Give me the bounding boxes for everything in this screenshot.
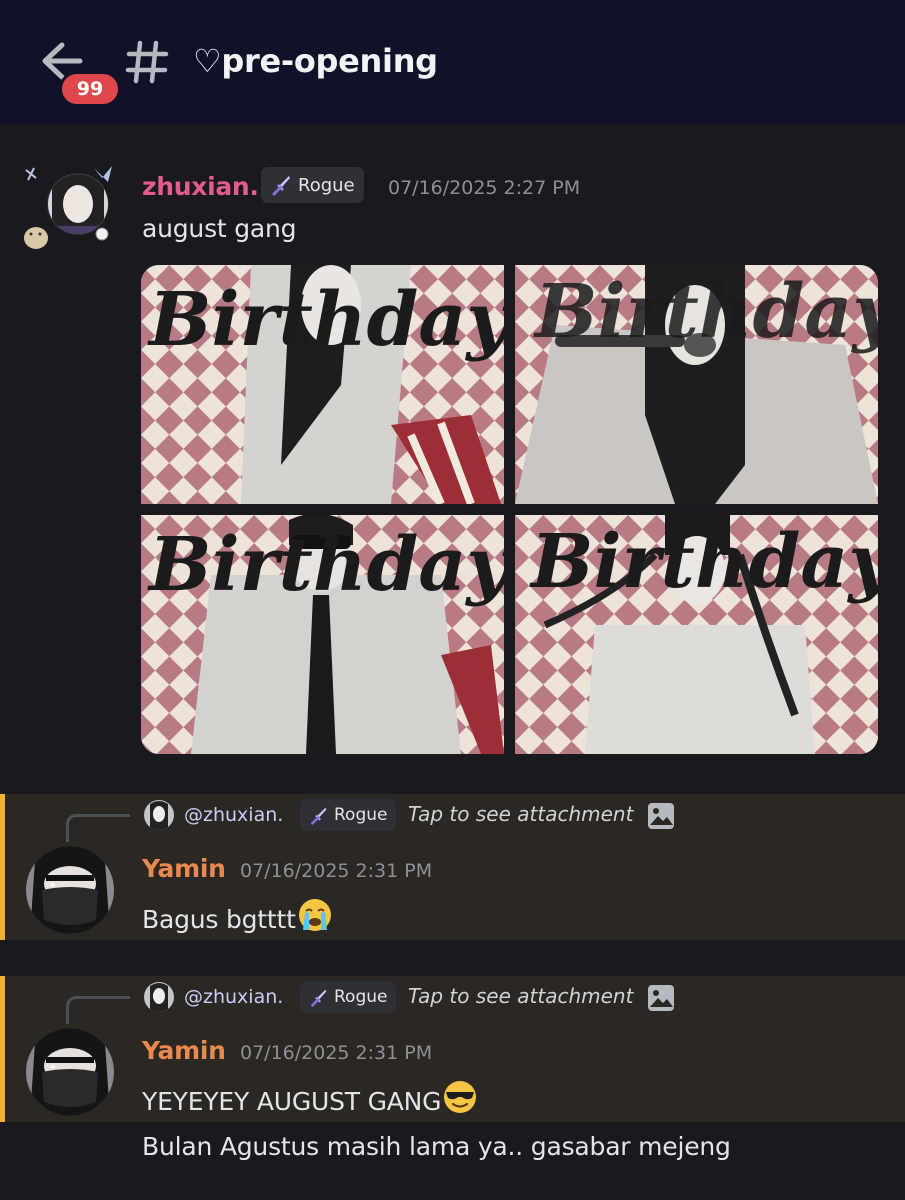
image-attachment-3[interactable]: Birthday [141,515,504,754]
reply-connector [66,996,130,1024]
avatar-image [144,982,174,1012]
timestamp: 07/16/2025 2:31 PM [240,860,433,882]
image-icon [648,803,674,829]
sword-icon [311,989,327,1007]
unread-badge: 99 [59,71,121,107]
avatar-image: ❝ [26,846,114,934]
loudly-crying-face-icon [298,899,331,931]
message-text: YEYEYEY AUGUST GANG [142,1078,479,1116]
message-text-content: Bagus bgtttt [142,905,296,934]
photo-image: Birthday [141,265,504,504]
image-attachment-1[interactable]: Birthday [141,265,504,504]
smiling-face-with-sunglasses-icon [444,1081,477,1113]
reply-avatar[interactable] [144,800,174,830]
overlay-title: Birthday [147,277,504,363]
mention-highlight-bar [0,794,5,940]
overlay-title: Birthday [147,522,504,608]
role-label: Rogue [334,805,388,825]
message-text-content: YEYEYEY AUGUST GANG [142,1087,442,1116]
reply-connector [66,814,130,842]
role-tag[interactable]: Rogue [261,167,364,203]
image-attachment-2[interactable]: Birthday [515,265,878,504]
reply-avatar[interactable] [144,982,174,1012]
overlay-title: Birthday [529,519,878,605]
avatar-image [144,800,174,830]
message-text: Bagus bgtttt [142,896,334,934]
message-text: august gang [142,214,297,243]
avatar[interactable]: ❝ [26,1028,114,1116]
image-attachment-grid: Birthday Birthday Birthday Birthday [141,265,878,754]
role-tag[interactable]: Rogue [300,799,397,831]
reply-attachment-hint[interactable]: Tap to see attachment [408,984,633,1008]
svg-text:❝: ❝ [50,882,55,893]
photo-image: Birthday [141,515,504,754]
image-attachment-4[interactable]: Birthday [515,515,878,754]
photo-image: Birthday [515,265,878,504]
svg-text:❝: ❝ [50,1064,55,1075]
sword-icon [272,176,290,196]
mention-highlight-bar [0,976,5,1122]
channel-header: 99 ♡pre-opening [0,0,905,124]
reply-mention[interactable]: @zhuxian. [184,986,283,1008]
overlay-title: Birthday [533,269,878,355]
avatar-image: ❝ [26,1028,114,1116]
sword-icon [311,807,327,825]
image-icon [648,985,674,1011]
role-tag[interactable]: Rogue [300,981,397,1013]
username[interactable]: Yamin [142,1036,226,1065]
username[interactable]: Yamin [142,854,226,883]
avatar-image [24,166,112,249]
timestamp: 07/16/2025 2:31 PM [240,1042,433,1064]
message-text-continued: Bulan Agustus masih lama ya.. gasabar me… [142,1132,731,1161]
reply-attachment-hint[interactable]: Tap to see attachment [408,802,633,826]
reply-mention[interactable]: @zhuxian. [184,804,283,826]
reply-message-yamin[interactable]: @zhuxian. Rogue Tap to see attachment ❝ … [0,794,905,940]
avatar[interactable]: ❝ [26,846,114,934]
avatar[interactable] [22,164,118,254]
role-label: Rogue [334,987,388,1007]
username[interactable]: zhuxian. [142,172,259,201]
hash-icon [125,40,169,84]
photo-image: Birthday [515,515,878,754]
reply-message-yamin-2[interactable]: @zhuxian. Rogue Tap to see attachment ❝ … [0,976,905,1122]
role-label: Rogue [298,174,355,196]
timestamp: 07/16/2025 2:27 PM [388,177,581,199]
channel-title[interactable]: ♡pre-opening [193,42,438,80]
